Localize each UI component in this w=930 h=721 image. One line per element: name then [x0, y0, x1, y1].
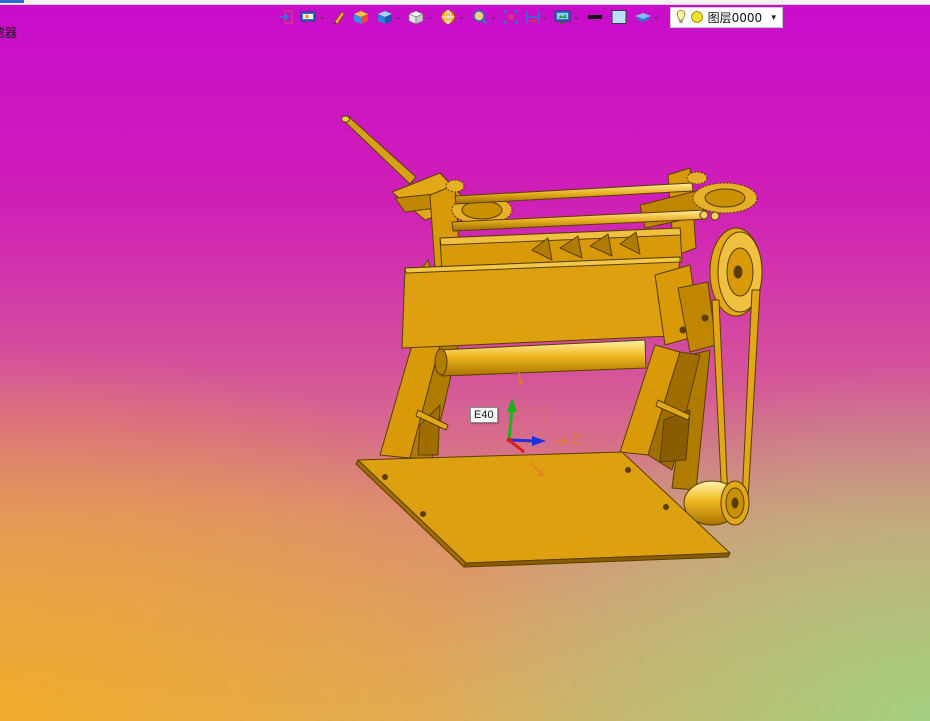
triad-tooltip: E40	[470, 407, 498, 423]
front-plate	[401, 256, 681, 349]
axis-z-label: Z	[571, 431, 581, 448]
mechanism-model[interactable]	[0, 0, 930, 721]
3d-viewport[interactable]: 滤器 ⌄	[0, 0, 930, 721]
handle-rod	[341, 115, 417, 185]
base-plate	[355, 451, 731, 568]
